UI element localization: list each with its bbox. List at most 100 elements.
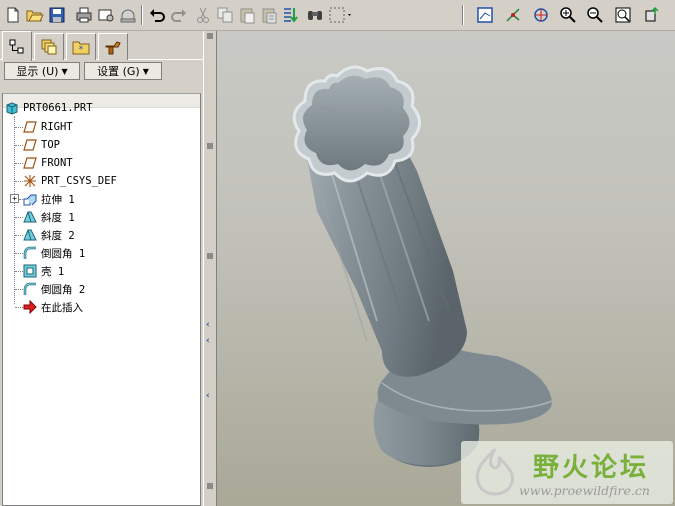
tree-item-draft-1[interactable]: 斜度 1 [23, 209, 75, 225]
sash-grip [207, 253, 213, 259]
forum-watermark: 野火论坛 www.proewildfire.cn [461, 441, 673, 504]
orient-mode-icon[interactable] [530, 4, 552, 26]
sash-grip [207, 483, 213, 489]
coordinate-system-icon [24, 175, 36, 187]
watermark-title: 野火论坛 [533, 453, 650, 483]
tree-item-top[interactable]: TOP [23, 137, 60, 153]
tree-root-label: PRT0661.PRT [23, 102, 93, 114]
zoom-out-icon[interactable] [584, 4, 606, 26]
save-icon[interactable] [46, 4, 68, 26]
layers-tab[interactable] [34, 33, 64, 60]
sash-grip [207, 143, 213, 149]
tree-branch [15, 289, 23, 290]
refit-view-icon[interactable] [474, 4, 496, 26]
tree-item-label: PRT_CSYS_DEF [41, 175, 117, 187]
collapse-left-icon[interactable]: ‹ [206, 391, 210, 401]
select-box-icon[interactable] [326, 4, 356, 26]
extrude-icon [23, 194, 37, 206]
datum-plane-icon [23, 157, 37, 169]
watermark-url: www.proewildfire.cn [519, 483, 650, 498]
new-file-icon[interactable] [2, 4, 24, 26]
datum-plane-icon [23, 121, 37, 133]
tools-tab[interactable] [98, 33, 128, 60]
zoom-fit-icon[interactable] [612, 4, 634, 26]
settings-dropdown[interactable]: 设置 (G) ▼ [84, 62, 162, 80]
forum-logo-icon [475, 447, 514, 496]
tree-branch [15, 163, 23, 164]
navigator-tabs: * [0, 31, 203, 61]
toolbar-separator [462, 5, 464, 25]
expand-toggle[interactable]: + [10, 194, 19, 203]
send-mail-icon[interactable] [95, 4, 117, 26]
show-dropdown[interactable]: 显示 (U) ▼ [4, 62, 80, 80]
tree-branch [15, 217, 23, 218]
svg-text:*: * [79, 45, 84, 55]
tree-item-label: 在此插入 [41, 301, 83, 314]
spin-center-icon[interactable] [502, 4, 524, 26]
tree-item-label: 壳 1 [41, 265, 65, 278]
tree-item-label: RIGHT [41, 121, 73, 133]
print-icon[interactable] [73, 4, 95, 26]
tree-item-insert-here[interactable]: 在此插入 [23, 299, 83, 315]
round-icon [23, 246, 36, 259]
regenerate-icon[interactable] [280, 4, 302, 26]
round-icon [23, 282, 36, 295]
cut-icon[interactable] [192, 4, 214, 26]
shell-icon [23, 264, 37, 278]
collapse-left-icon[interactable]: ‹ [206, 320, 210, 330]
tree-item-label: TOP [41, 139, 60, 151]
tree-item-label: FRONT [41, 157, 73, 169]
sash-grip [207, 33, 213, 39]
tree-item-right[interactable]: RIGHT [23, 119, 73, 135]
redo-icon[interactable] [168, 4, 190, 26]
model-tree: PRT0661.PRT RIGHT TOP FRONT PRT_CSYS_DEF… [2, 93, 201, 506]
tree-item-label: 倒圆角 1 [41, 247, 86, 260]
chevron-down-icon: ▼ [142, 66, 149, 76]
datum-plane-icon [23, 139, 37, 151]
main-toolbar [0, 0, 675, 31]
settings-dropdown-label: 设置 (G) [97, 65, 140, 78]
model-tree-tab[interactable] [2, 31, 32, 61]
draft-icon [23, 229, 37, 241]
insert-here-icon [23, 300, 37, 314]
find-icon[interactable] [304, 4, 326, 26]
tree-item-label: 斜度 2 [41, 229, 75, 242]
tree-item-extrude[interactable]: 拉伸 1 [23, 191, 75, 207]
tree-item-label: 拉伸 1 [41, 193, 75, 206]
toolbar-separator [141, 5, 143, 25]
open-file-icon[interactable] [24, 4, 46, 26]
favorites-tab[interactable]: * [66, 33, 96, 60]
paste-special-icon[interactable] [258, 4, 280, 26]
mail-attach-icon[interactable] [117, 4, 139, 26]
graphics-window[interactable]: 野火论坛 www.proewildfire.cn [217, 31, 675, 506]
copy-icon[interactable] [214, 4, 236, 26]
zoom-in-icon[interactable] [557, 4, 579, 26]
panel-splitter[interactable]: ‹ ‹ ‹ [203, 31, 217, 506]
paste-icon[interactable] [236, 4, 258, 26]
tree-item-front[interactable]: FRONT [23, 155, 73, 171]
3d-model-render [292, 65, 553, 467]
reorient-icon[interactable] [640, 4, 662, 26]
show-dropdown-label: 显示 (U) [16, 65, 59, 78]
tree-item-label: 斜度 1 [41, 211, 75, 224]
tree-branch [15, 253, 23, 254]
tree-branch [15, 127, 23, 128]
tree-item-round-1[interactable]: 倒圆角 1 [23, 245, 85, 261]
tree-item-shell[interactable]: 壳 1 [23, 263, 64, 279]
tree-item-label: 倒圆角 2 [41, 283, 86, 296]
tree-branch [15, 271, 23, 272]
tree-root[interactable]: PRT0661.PRT [5, 100, 93, 116]
part-icon [6, 102, 18, 115]
model-tree-panel: * 显示 (U) ▼ 设置 (G) ▼ PRT0661.PRT RIGHT TO… [0, 31, 203, 506]
tree-item-draft-2[interactable]: 斜度 2 [23, 227, 75, 243]
draft-icon [23, 211, 37, 223]
chevron-down-icon: ▼ [61, 66, 68, 76]
tree-item-round-2[interactable]: 倒圆角 2 [23, 281, 85, 297]
tree-branch [15, 181, 23, 182]
collapse-left-icon[interactable]: ‹ [206, 336, 210, 346]
tree-branch [15, 307, 23, 308]
tree-item-csys[interactable]: PRT_CSYS_DEF [23, 173, 117, 189]
undo-icon[interactable] [146, 4, 168, 26]
tree-branch [15, 235, 23, 236]
tree-branch [15, 145, 23, 146]
